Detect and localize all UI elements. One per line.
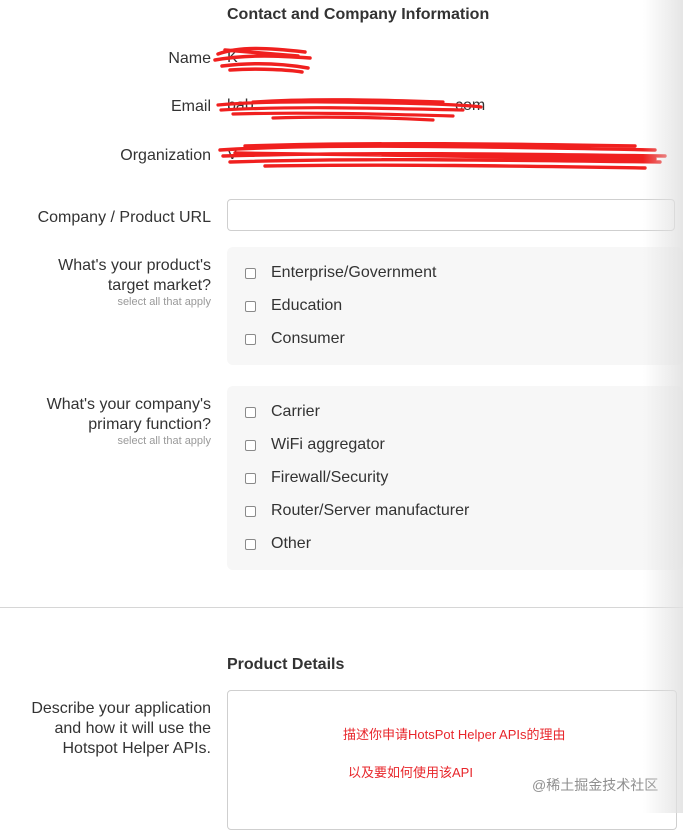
target-market-label-line2: target market? xyxy=(107,277,211,294)
checkbox-consumer[interactable] xyxy=(245,333,256,345)
target-market-hint: select all that apply xyxy=(117,296,211,308)
checkbox-wifi-aggregator[interactable] xyxy=(245,439,256,451)
primary-function-label-line1: What's your company's xyxy=(46,396,211,413)
option-carrier[interactable]: Carrier xyxy=(245,402,320,422)
option-enterprise-government[interactable]: Enterprise/Government xyxy=(245,263,436,283)
describe-label-line3: Hotspot Helper APIs. xyxy=(62,740,211,757)
checkbox-other[interactable] xyxy=(245,538,256,550)
checkbox-carrier[interactable] xyxy=(245,406,256,418)
primary-function-question: What's your company's primary function? xyxy=(47,395,211,435)
option-label: Other xyxy=(271,535,312,552)
company-url-input[interactable] xyxy=(227,199,675,231)
option-label: WiFi aggregator xyxy=(271,436,385,453)
annotation-line-1: 描述你申请HotsPot Helper APIs的理由 xyxy=(343,727,566,742)
primary-function-hint: select all that apply xyxy=(117,435,211,447)
checkbox-firewall-security[interactable] xyxy=(245,472,256,484)
option-other[interactable]: Other xyxy=(245,534,311,554)
organization-redaction-scribble xyxy=(218,141,667,170)
option-consumer[interactable]: Consumer xyxy=(245,329,345,349)
contact-section-title: Contact and Company Information xyxy=(227,6,490,23)
email-label: Email xyxy=(170,98,211,115)
option-wifi-aggregator[interactable]: WiFi aggregator xyxy=(245,435,385,455)
option-router-server-manufacturer[interactable]: Router/Server manufacturer xyxy=(245,501,469,521)
company-url-label: Company / Product URL xyxy=(37,209,211,226)
option-label: Enterprise/Government xyxy=(271,264,437,281)
checkbox-enterprise-government[interactable] xyxy=(245,267,256,279)
target-market-label-line1: What's your product's xyxy=(58,257,211,274)
product-section-title: Product Details xyxy=(227,656,345,673)
describe-label-line2: and how it will use the xyxy=(54,720,211,737)
option-label: Education xyxy=(271,297,343,314)
describe-application-label: Describe your application and how it wil… xyxy=(31,699,211,759)
checkbox-router-server-manufacturer[interactable] xyxy=(245,505,256,517)
option-label: Firewall/Security xyxy=(271,469,389,486)
checkbox-education[interactable] xyxy=(245,300,256,312)
target-market-options: Enterprise/Government Education Consumer xyxy=(227,247,683,365)
option-firewall-security[interactable]: Firewall/Security xyxy=(245,468,388,488)
primary-function-options: Carrier WiFi aggregator Firewall/Securit… xyxy=(227,386,683,570)
section-divider xyxy=(0,607,683,608)
name-label: Name xyxy=(168,50,211,67)
email-redaction-scribble xyxy=(216,98,483,122)
watermark: @稀土掘金技术社区 xyxy=(532,777,659,793)
application-description-textarea[interactable] xyxy=(227,690,677,830)
target-market-question: What's your product's target market? xyxy=(58,256,211,296)
describe-label-line1: Describe your application xyxy=(31,700,211,717)
option-label: Carrier xyxy=(271,403,320,420)
option-education[interactable]: Education xyxy=(245,296,342,316)
option-label: Consumer xyxy=(271,330,345,347)
annotation-line-2: 以及要如何使用该API xyxy=(348,765,473,780)
name-redaction-scribble xyxy=(213,46,312,74)
option-label: Router/Server manufacturer xyxy=(271,502,470,519)
primary-function-label-line2: primary function? xyxy=(88,416,211,433)
organization-label: Organization xyxy=(120,147,211,164)
